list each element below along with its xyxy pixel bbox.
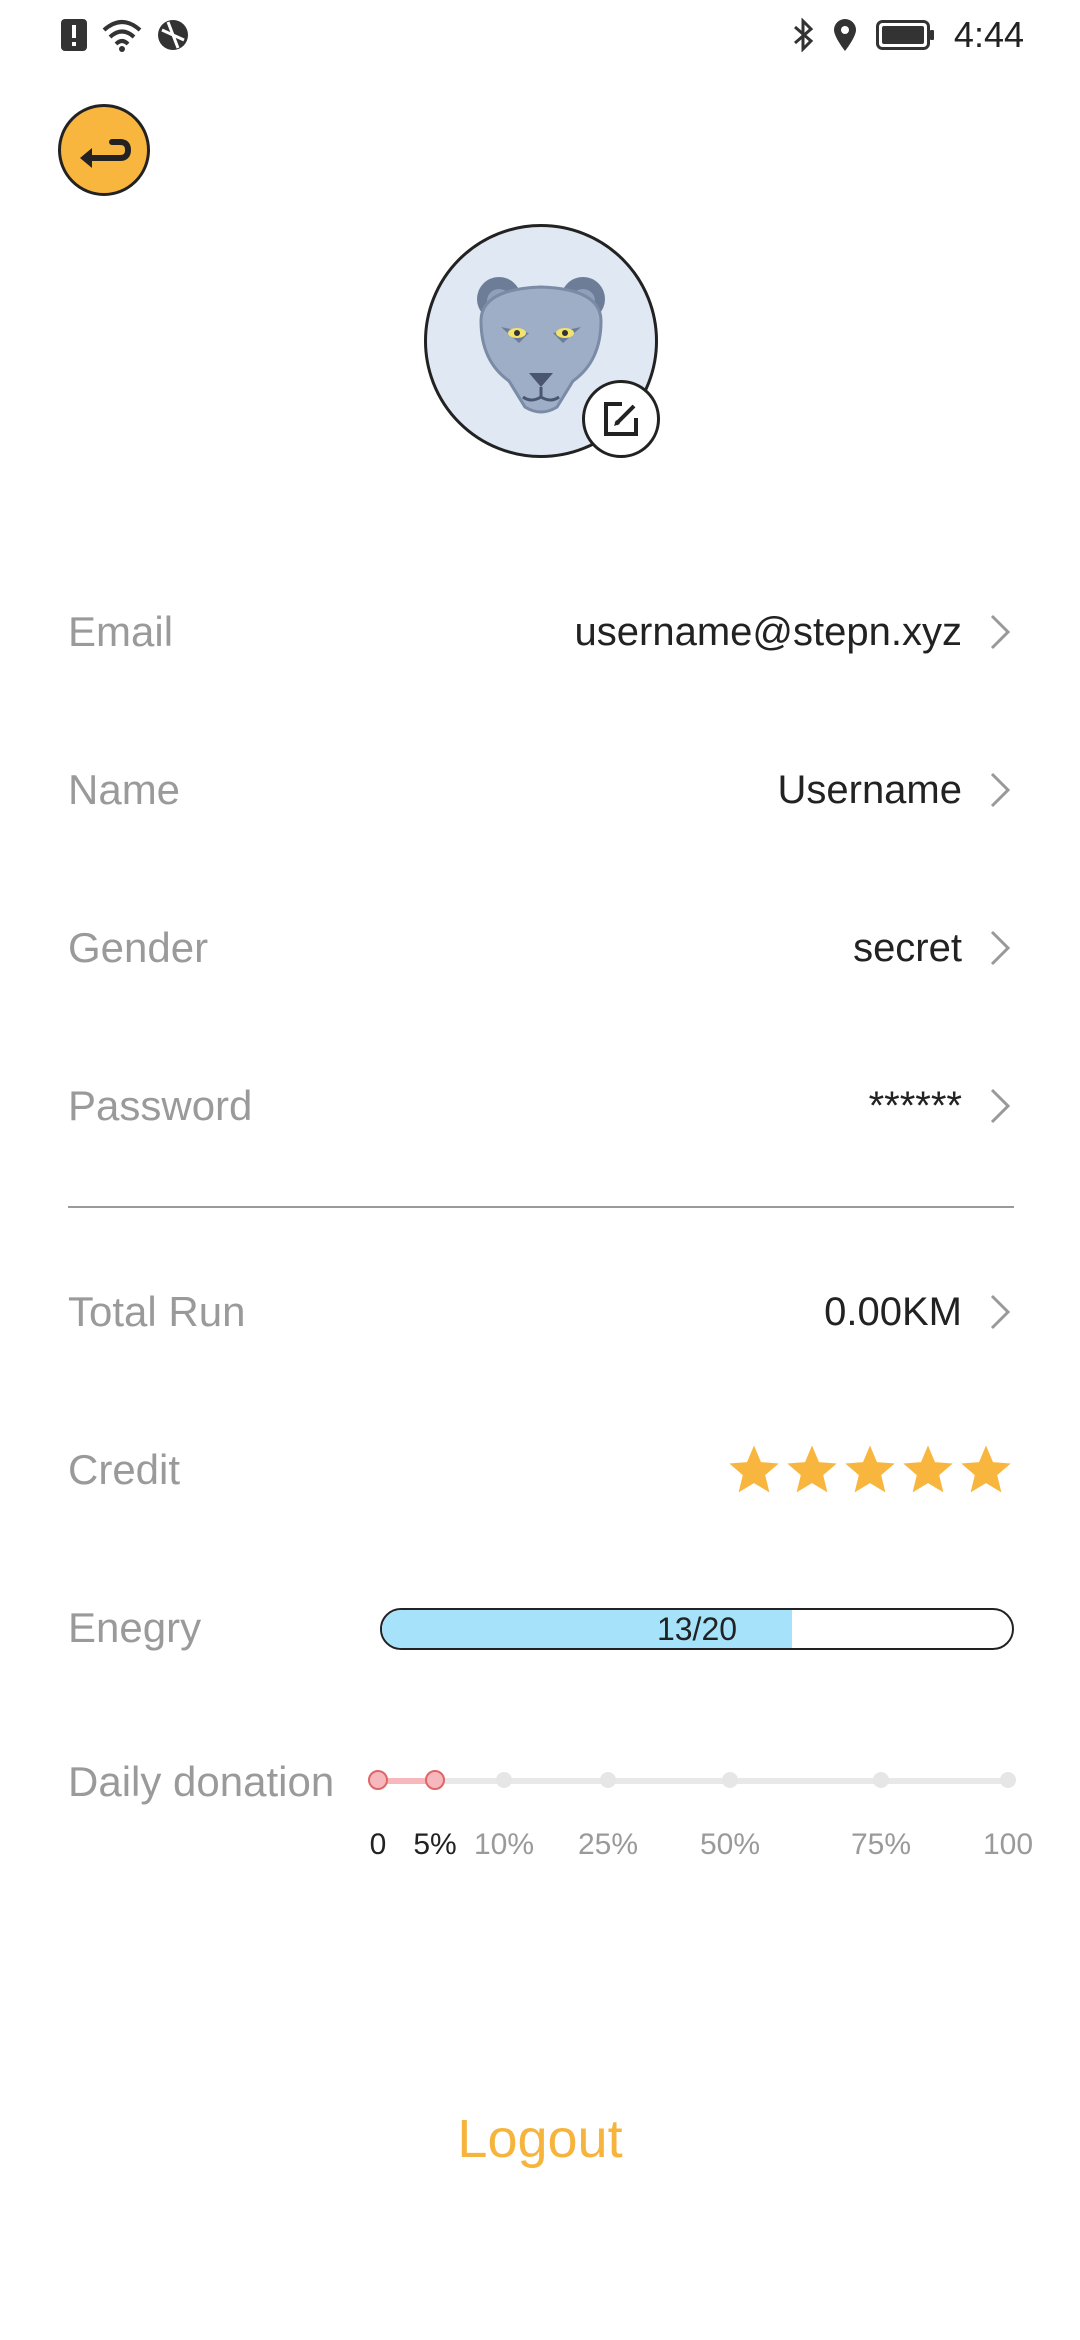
edit-icon	[604, 402, 638, 436]
star-icon	[729, 1445, 779, 1493]
slider-tick-label: 25%	[577, 1828, 639, 1861]
slider-tick[interactable]	[1000, 1772, 1016, 1788]
credit-label: Credit	[68, 1446, 181, 1493]
back-button[interactable]	[58, 104, 150, 196]
slider-tick[interactable]	[600, 1772, 616, 1788]
energy-row: Enegry	[68, 1588, 368, 1668]
star-icon	[787, 1445, 837, 1493]
slider-tick-label: 100	[982, 1828, 1034, 1861]
status-bar: 4:44	[0, 0, 1080, 72]
edit-avatar-button[interactable]	[582, 380, 660, 458]
slider-tick-label: 0	[369, 1828, 387, 1861]
password-row[interactable]: Password ******	[68, 1066, 1014, 1146]
password-label: Password	[68, 1082, 253, 1129]
star-icon	[961, 1445, 1011, 1493]
slider-tick[interactable]	[873, 1772, 889, 1788]
gender-value: secret	[853, 925, 962, 970]
gender-row[interactable]: Gender secret	[68, 908, 1014, 988]
chevron-right-icon	[990, 1088, 1011, 1124]
chevron-right-icon	[990, 772, 1011, 808]
star-icon	[845, 1445, 895, 1493]
bluetooth-icon	[793, 18, 814, 52]
slider-tick[interactable]	[496, 1772, 512, 1788]
total-run-row[interactable]: Total Run 0.00KM	[68, 1272, 1014, 1352]
chevron-right-icon	[990, 1294, 1011, 1330]
section-divider	[68, 1206, 1014, 1208]
password-value: ******	[868, 1083, 962, 1128]
star-icon	[903, 1445, 953, 1493]
back-arrow-icon	[80, 139, 132, 168]
energy-label: Enegry	[68, 1604, 202, 1651]
name-label: Name	[68, 766, 181, 813]
energy-text: 13/20	[656, 1610, 738, 1647]
chevron-right-icon	[990, 930, 1011, 966]
slider-tick-label: 5%	[413, 1828, 457, 1861]
slider-track	[378, 1778, 1008, 1784]
alert-icon	[61, 19, 87, 51]
email-value: username@stepn.xyz	[574, 609, 962, 654]
energy-progress-bar: 13/20	[380, 1608, 1014, 1650]
slider-tick-label: 75%	[850, 1828, 912, 1861]
slider-tick-label: 10%	[473, 1828, 535, 1861]
donation-slider[interactable]	[368, 1770, 1016, 1790]
donation-row: Daily donation	[68, 1742, 388, 1822]
donation-label: Daily donation	[68, 1758, 335, 1805]
avatar-container	[424, 224, 660, 458]
slider-tick-label: 50%	[699, 1828, 761, 1861]
status-right: 4:44	[792, 14, 1024, 56]
clock: 4:44	[953, 14, 1024, 55]
slider-tick[interactable]	[425, 1770, 445, 1790]
slider-tick[interactable]	[368, 1770, 388, 1790]
wifi-icon	[102, 20, 142, 52]
chevron-right-icon	[990, 614, 1011, 650]
location-icon	[833, 19, 856, 51]
status-left-icons	[60, 18, 190, 52]
vpn-icon	[158, 20, 188, 50]
total-run-value: 0.00KM	[824, 1289, 962, 1334]
total-run-label: Total Run	[68, 1288, 246, 1335]
credit-stars	[726, 1442, 1014, 1498]
logout-button[interactable]: Logout	[0, 2108, 1080, 2170]
battery-icon	[875, 20, 934, 50]
email-label: Email	[68, 608, 174, 655]
slider-tick[interactable]	[722, 1772, 738, 1788]
email-row[interactable]: Email username@stepn.xyz	[68, 592, 1014, 672]
name-row[interactable]: Name Username	[68, 750, 1014, 830]
name-value: Username	[777, 767, 962, 812]
credit-row: Credit	[68, 1430, 1014, 1510]
gender-label: Gender	[68, 924, 209, 971]
